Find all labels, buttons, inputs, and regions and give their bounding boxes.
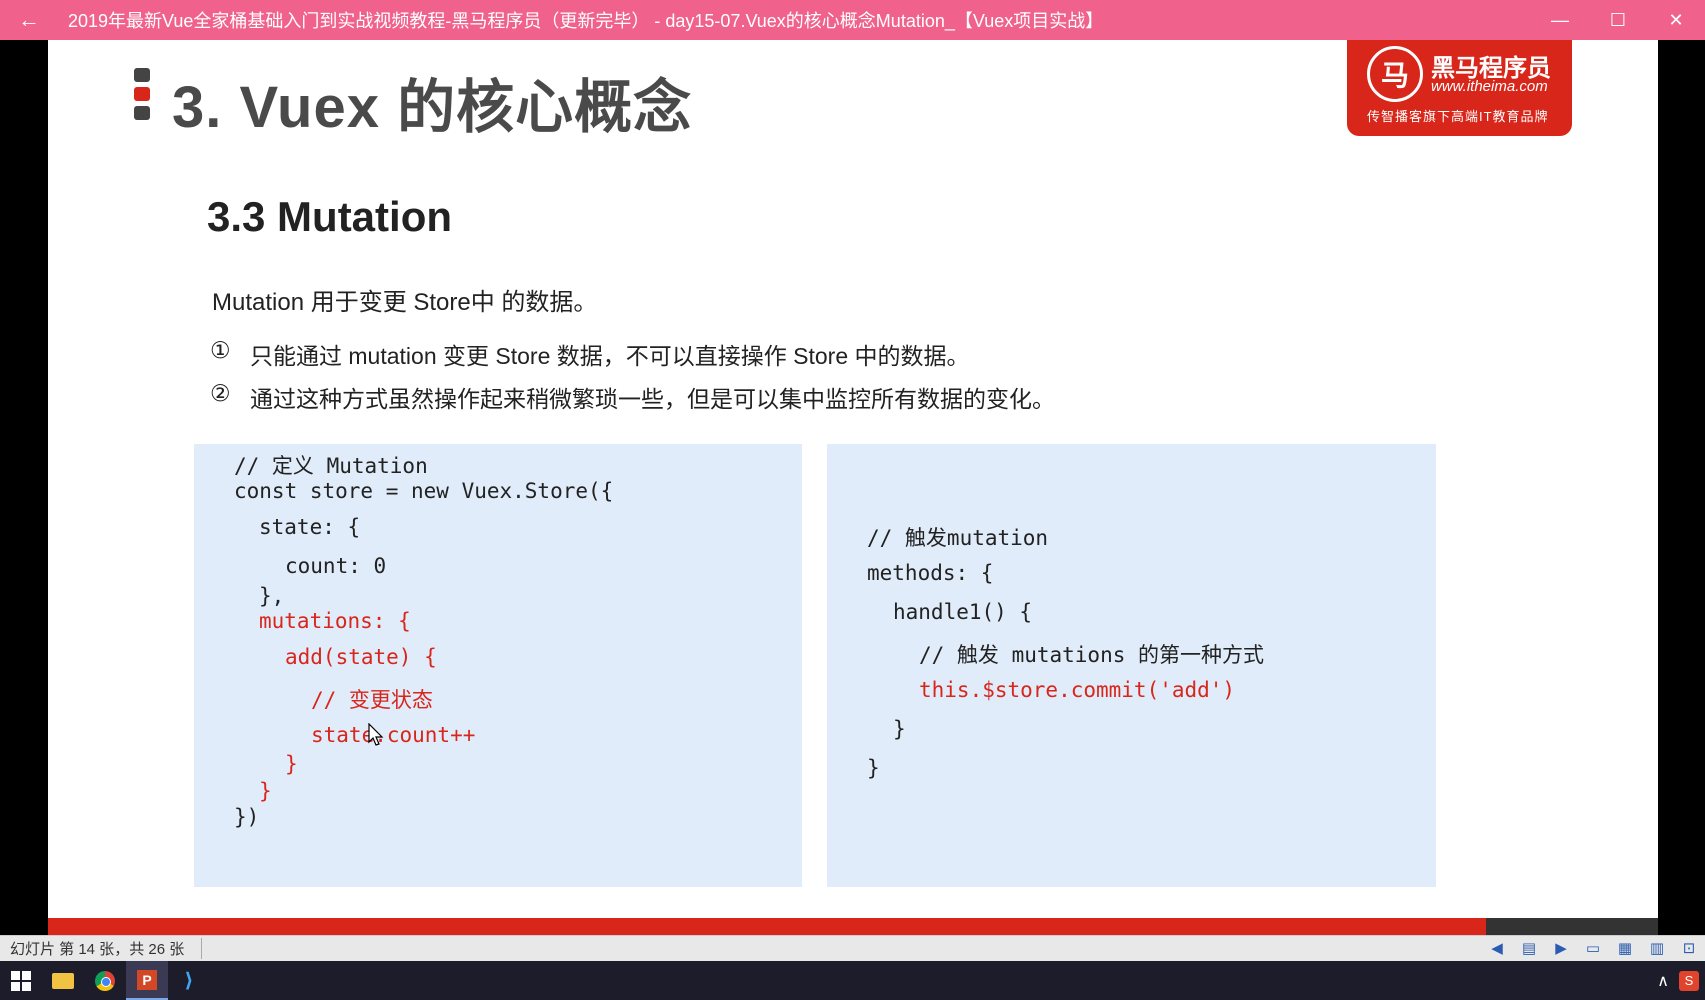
code-line: this.$store.commit('add') xyxy=(919,678,1236,702)
code-line: add(state) { xyxy=(285,645,437,669)
system-tray: ∧ S xyxy=(1657,961,1705,1000)
taskbar: P ⟩ ∧ S xyxy=(0,961,1705,1000)
vscode-button[interactable]: ⟩ xyxy=(168,961,210,1000)
window-titlebar: ← 2019年最新Vue全家桶基础入门到实战视频教程-黑马程序员（更新完毕） -… xyxy=(0,0,1705,40)
title-bullet-icon xyxy=(134,68,150,125)
code-line: } xyxy=(893,717,906,741)
presentation-statusbar: 幻灯片 第 14 张，共 26 张 ◀ ▤ ▶ ▭ ▦ ▥ ⊡ xyxy=(0,935,1705,961)
statusbar-controls: ◀ ▤ ▶ ▭ ▦ ▥ ⊡ xyxy=(1487,939,1699,957)
tray-chevron-up-icon[interactable]: ∧ xyxy=(1657,971,1669,991)
powerpoint-button[interactable]: P xyxy=(126,961,168,1000)
chrome-icon xyxy=(95,970,115,991)
logo-url: www.itheima.com xyxy=(1431,78,1548,95)
code-line: mutations: { xyxy=(259,609,411,633)
normal-view-icon[interactable]: ▭ xyxy=(1583,939,1603,957)
code-line: // 定义 Mutation xyxy=(234,454,428,478)
code-line: state.count++ xyxy=(311,723,476,747)
code-block-trigger: // 触发mutation methods: { handle1() { // … xyxy=(827,444,1436,887)
folder-icon xyxy=(52,972,74,989)
horse-logo-icon: 马 xyxy=(1367,46,1423,102)
itheima-logo: 马 黑马程序员 www.itheima.com 传智播客旗下高端IT教育品牌 xyxy=(1347,40,1572,136)
point-item: ① 只能通过 mutation 变更 Store 数据，不可以直接操作 Stor… xyxy=(210,337,970,371)
tray-app-icon[interactable]: S xyxy=(1679,970,1699,991)
code-line: // 触发 mutations 的第一种方式 xyxy=(919,643,1265,667)
code-line: } xyxy=(867,756,880,780)
maximize-button[interactable]: ☐ xyxy=(1589,0,1647,40)
code-line: handle1() { xyxy=(893,600,1033,624)
slide-footer-dark-segment xyxy=(1486,918,1658,935)
window-title: 2019年最新Vue全家桶基础入门到实战视频教程-黑马程序员（更新完毕） - d… xyxy=(68,11,1104,31)
slide-stage: 3. Vuex 的核心概念 马 黑马程序员 www.itheima.com 传智… xyxy=(0,40,1705,935)
intro-text: Mutation 用于变更 Store中 的数据。 xyxy=(212,289,598,316)
point-text: 通过这种方式虽然操作起来稍微繁琐一些，但是可以集中监控所有数据的变化。 xyxy=(250,386,1055,412)
code-line: const store = new Vuex.Store({ xyxy=(234,479,614,503)
windows-icon xyxy=(11,970,31,991)
file-explorer-button[interactable] xyxy=(42,961,84,1000)
notes-icon[interactable]: ▤ xyxy=(1519,939,1539,957)
code-line: }) xyxy=(234,805,260,829)
code-block-define: // 定义 Mutation const store = new Vuex.St… xyxy=(194,444,802,887)
previous-slide-icon[interactable]: ◀ xyxy=(1487,939,1507,957)
reading-view-icon[interactable]: ▥ xyxy=(1647,939,1667,957)
code-line: } xyxy=(285,752,298,776)
code-line: }, xyxy=(259,584,285,608)
code-line: // 变更状态 xyxy=(311,688,433,712)
slide-counter: 幻灯片 第 14 张，共 26 张 xyxy=(0,938,202,959)
point-text: 只能通过 mutation 变更 Store 数据，不可以直接操作 Store … xyxy=(250,343,970,369)
code-line: state: { xyxy=(259,515,361,539)
next-slide-icon[interactable]: ▶ xyxy=(1551,939,1571,957)
code-line: count: 0 xyxy=(285,554,387,578)
close-button[interactable]: ✕ xyxy=(1647,0,1705,40)
minimize-button[interactable]: — xyxy=(1531,0,1589,40)
slide-title: 3. Vuex 的核心概念 xyxy=(172,75,693,140)
point-number: ② xyxy=(210,380,231,406)
slide-sorter-icon[interactable]: ▦ xyxy=(1615,939,1635,957)
code-line: methods: { xyxy=(867,561,994,585)
powerpoint-icon: P xyxy=(137,969,157,990)
point-number: ① xyxy=(210,337,231,363)
code-line: } xyxy=(259,779,272,803)
code-line: // 触发mutation xyxy=(867,526,1049,550)
point-item: ② 通过这种方式虽然操作起来稍微繁琐一些，但是可以集中监控所有数据的变化。 xyxy=(210,380,1055,414)
start-button[interactable] xyxy=(0,961,42,1000)
vscode-icon: ⟩ xyxy=(184,970,194,992)
slideshow-icon[interactable]: ⊡ xyxy=(1679,939,1699,957)
section-heading: 3.3 Mutation xyxy=(207,193,453,240)
back-arrow-icon[interactable]: ← xyxy=(0,0,58,40)
slide: 3. Vuex 的核心概念 马 黑马程序员 www.itheima.com 传智… xyxy=(48,40,1658,935)
chrome-button[interactable] xyxy=(84,961,126,1000)
slide-footer-bar xyxy=(48,918,1658,935)
logo-slogan: 传智播客旗下高端IT教育品牌 xyxy=(1367,109,1549,124)
